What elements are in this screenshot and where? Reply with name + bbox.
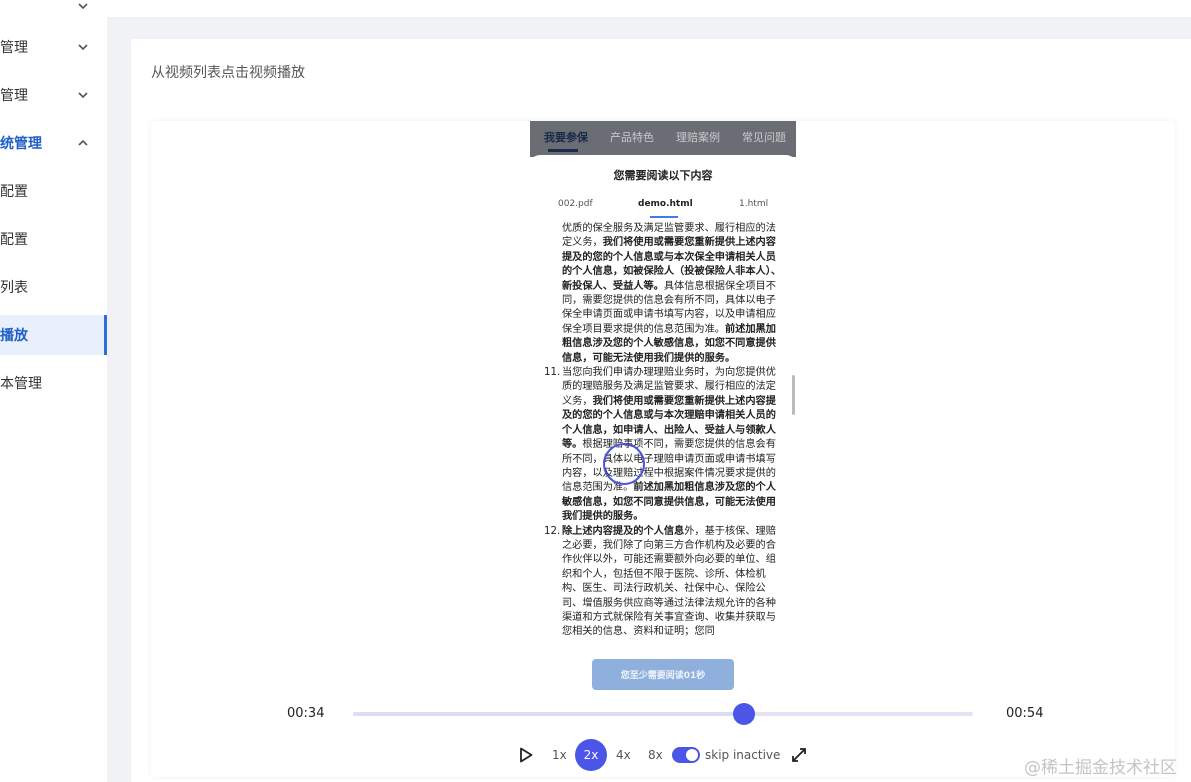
skip-inactive-toggle[interactable] [672,747,700,763]
doc-tab-indicator [650,216,678,218]
phone-nav-tabs: 我要参保 产品特色 理赔案例 常见问题 [530,121,796,157]
phone-tab-insure[interactable]: 我要参保 [544,129,588,145]
fullscreen-icon[interactable] [790,746,808,764]
sidebar-item-2[interactable]: 管理 [0,75,107,115]
progress-fill [353,712,744,716]
speed-8x-button[interactable]: 8x [648,748,663,762]
sidebar: 管理 管理 统管理 配置 配置 列表 播放 本管理 [0,0,107,782]
sidebar-item-top[interactable] [0,0,107,26]
speed-4x-button[interactable]: 4x [616,748,631,762]
sidebar-item-label: 列表 [0,280,28,296]
doc-scrollbar[interactable] [792,375,795,415]
sheet-title: 您需要阅读以下内容 [613,169,713,182]
replay-viewport: 我要参保 产品特色 理赔案例 常见问题 您需要阅读以下内容 002.pdf de… [530,121,796,696]
sidebar-item-label: 播放 [0,328,28,344]
sidebar-subitem-config-1[interactable]: 配置 [0,171,107,211]
sidebar-item-label: 管理 [0,88,28,104]
phone-tab-features[interactable]: 产品特色 [610,129,654,145]
document-content[interactable]: 优质的保全服务及满足监管要求、履行相应的法定义务，我们将使用或需要您重新提供上述… [542,222,786,652]
sidebar-subitem-list[interactable]: 列表 [0,267,107,307]
sidebar-item-label: 配置 [0,184,28,200]
doc-tab-html[interactable]: 1.html [739,199,768,209]
sidebar-item-system[interactable]: 统管理 [0,123,107,163]
list-item: 11. 当您向我们申请办理理赔业务时，为向您提供优质的理赔服务及满足监管要求、履行… [544,367,776,523]
read-timer-button[interactable]: 您至少需要阅读01秒 [592,659,734,690]
progress-slider[interactable] [353,712,973,716]
list-item: 12. 除上述内容提及的个人信息外，基于核保、理赔之必要，我们除了向第三方合作机构… [544,525,776,638]
doc-tab-pdf[interactable]: 002.pdf [558,199,593,209]
speed-1x-button[interactable]: 1x [552,748,567,762]
doc-tab-demo[interactable]: demo.html [638,199,693,209]
top-header [107,0,1191,17]
sidebar-subitem-version[interactable]: 本管理 [0,363,107,403]
sidebar-item-label: 统管理 [0,136,42,152]
sidebar-item-1[interactable]: 管理 [0,27,107,67]
mouse-cursor-indicator [603,443,645,485]
sidebar-item-label: 配置 [0,232,28,248]
sidebar-item-label: 本管理 [0,376,42,392]
total-time: 00:54 [1006,706,1044,721]
sidebar-subitem-playback[interactable]: 播放 [0,315,107,355]
chevron-up-icon [78,139,88,146]
skip-inactive-label: skip inactive [705,748,781,762]
chevron-down-icon [78,44,88,51]
chevron-down-icon [78,92,88,99]
progress-handle[interactable] [732,703,755,725]
current-time: 00:34 [287,706,325,721]
phone-tab-cases[interactable]: 理赔案例 [676,129,720,145]
list-item: 优质的保全服务及满足监管要求、履行相应的法定义务，我们将使用或需要您重新提供上述… [562,223,782,364]
page-title: 从视频列表点击视频播放 [151,65,305,81]
phone-tab-indicator [548,149,578,152]
play-icon[interactable] [519,747,533,763]
phone-tab-faq[interactable]: 常见问题 [742,129,786,145]
sidebar-item-label: 管理 [0,40,28,56]
sidebar-subitem-config-2[interactable]: 配置 [0,219,107,259]
chevron-down-icon [78,3,88,10]
watermark: @稀土掘金技术社区 [1024,758,1177,778]
speed-2x-button[interactable]: 2x [575,739,607,771]
